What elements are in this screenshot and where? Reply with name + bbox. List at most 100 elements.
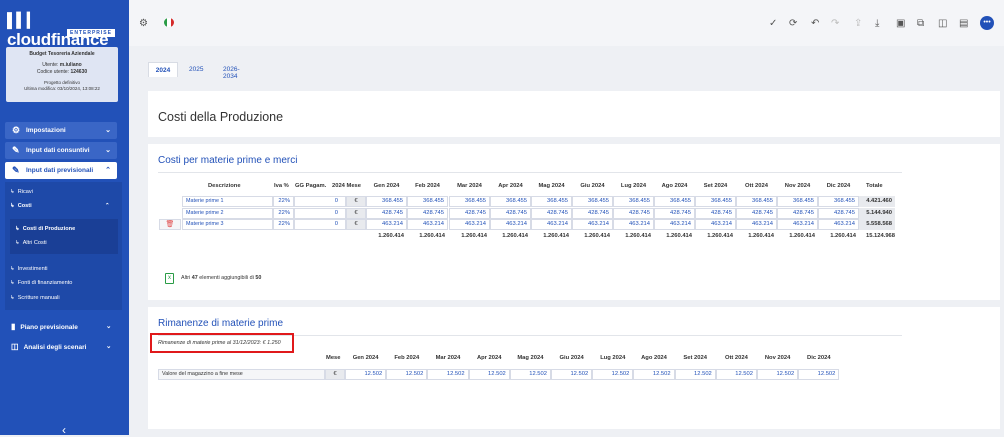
subitem-arrow-icon: ↳: [10, 203, 15, 209]
divider: [158, 172, 902, 173]
upload-icon[interactable]: ⇪: [854, 18, 862, 29]
redo-icon[interactable]: ↷: [831, 18, 839, 29]
magazzino-value-input[interactable]: 12.502: [633, 369, 675, 380]
month-value-input[interactable]: 463.214: [572, 219, 613, 230]
notes-icon[interactable]: ▤: [959, 18, 968, 29]
month-value-input[interactable]: 463.214: [449, 219, 490, 230]
subnav-costi[interactable]: ↳ Costi ⌃: [10, 203, 110, 209]
magazzino-value-input[interactable]: 12.502: [715, 369, 757, 380]
magazzino-value-input[interactable]: 12.502: [551, 369, 593, 380]
magazzino-value-input[interactable]: 12.502: [757, 369, 799, 380]
month-value-input[interactable]: 428.745: [490, 208, 531, 219]
nav-input-previsionali[interactable]: ✎ Input dati previsionali ⌃: [5, 162, 117, 179]
month-value-input[interactable]: 368.455: [613, 196, 654, 207]
user-info-box: Budget Tesoreria Aziendale Utente: m.iul…: [6, 47, 118, 102]
columns-icon[interactable]: ◫: [938, 18, 947, 29]
add-elements-note: Altri 47 elementi aggiungibili di 50: [181, 275, 262, 281]
more-icon[interactable]: •••: [980, 16, 994, 30]
gg-pagamento-select[interactable]: 0: [294, 196, 346, 207]
magazzino-value-input[interactable]: 12.502: [345, 369, 387, 380]
month-value-input[interactable]: 463.214: [407, 219, 448, 230]
check-icon[interactable]: ✓: [769, 18, 777, 29]
gg-pagamento-select[interactable]: 0: [294, 208, 346, 219]
nav-impostazioni[interactable]: ⚙ Impostazioni ⌄: [5, 122, 117, 139]
subitem-arrow-icon: ↳: [15, 240, 20, 246]
month-value-input[interactable]: 428.745: [407, 208, 448, 219]
row-name-input[interactable]: Materie prime 3: [182, 219, 273, 230]
row-name-input[interactable]: Materie prime 2: [182, 208, 273, 219]
magazzino-value-input[interactable]: 12.502: [592, 369, 634, 380]
month-value-input[interactable]: 368.455: [736, 196, 777, 207]
month-value-input[interactable]: 463.214: [531, 219, 572, 230]
month-value-input[interactable]: 428.745: [366, 208, 407, 219]
trash-icon[interactable]: 🗑: [159, 219, 181, 230]
month-value-input[interactable]: 463.214: [654, 219, 695, 230]
magazzino-value-input[interactable]: 12.502: [468, 369, 510, 380]
nav-input-consuntivi[interactable]: ✎ Input dati consuntivi ⌄: [5, 142, 117, 159]
month-value-input[interactable]: 368.455: [777, 196, 818, 207]
iva-input[interactable]: 22%: [273, 196, 294, 207]
month-value-input[interactable]: 428.745: [449, 208, 490, 219]
magazzino-value-input[interactable]: 12.502: [798, 369, 840, 380]
month-value-input[interactable]: 368.455: [366, 196, 407, 207]
month-value-input[interactable]: 463.214: [695, 219, 736, 230]
month-value-input[interactable]: 463.214: [490, 219, 531, 230]
month-value-input[interactable]: 428.745: [695, 208, 736, 219]
copy-icon[interactable]: ⧉: [917, 18, 924, 29]
row-name-input[interactable]: Materie prime 1: [182, 196, 273, 207]
month-value-input[interactable]: 368.455: [449, 196, 490, 207]
magazzino-value-input[interactable]: 12.502: [674, 369, 716, 380]
month-value-input[interactable]: 368.455: [531, 196, 572, 207]
month-value-input[interactable]: 428.745: [572, 208, 613, 219]
save-icon[interactable]: ▣: [896, 18, 905, 29]
month-value-input[interactable]: 368.455: [695, 196, 736, 207]
subnav-scritture[interactable]: ↳ Scritture manuali: [10, 295, 60, 301]
edit-icon: ✎: [12, 145, 20, 155]
month-value-input[interactable]: 428.745: [613, 208, 654, 219]
month-value-input[interactable]: 463.214: [736, 219, 777, 230]
nav-label: Input dati previsionali: [26, 167, 94, 174]
gg-pagamento-select[interactable]: 0: [294, 219, 346, 230]
tab-2026-2034[interactable]: 2026-2034: [223, 62, 240, 80]
submenu-costi: [10, 219, 118, 254]
month-value-input[interactable]: 428.745: [777, 208, 818, 219]
month-value-input[interactable]: 368.455: [490, 196, 531, 207]
month-value-input[interactable]: 463.214: [613, 219, 654, 230]
gear-icon[interactable]: ⚙: [139, 18, 148, 29]
col-header-month: Mar 2024: [457, 183, 482, 189]
tab-2025[interactable]: 2025: [189, 62, 203, 77]
subnav-investimenti[interactable]: ↳ Investimenti: [10, 266, 48, 272]
month-value-input[interactable]: 368.455: [818, 196, 859, 207]
iva-input[interactable]: 22%: [273, 219, 294, 230]
undo-icon[interactable]: ↶: [811, 18, 819, 29]
download-icon[interactable]: ⤓: [875, 18, 879, 29]
chevron-down-icon: ⌄: [105, 147, 111, 154]
subnav-fonti[interactable]: ↳ Fonti di finanziamento: [10, 280, 72, 286]
month-value-input[interactable]: 428.745: [818, 208, 859, 219]
italy-flag-icon[interactable]: [164, 18, 174, 27]
month-value-input[interactable]: 368.455: [572, 196, 613, 207]
col-header-month: Ott 2024: [724, 355, 748, 361]
nav-piano-previsionale[interactable]: ▮ Piano previsionale ⌄: [11, 322, 111, 331]
month-value-input[interactable]: 463.214: [818, 219, 859, 230]
month-value-input[interactable]: 368.455: [407, 196, 448, 207]
refresh-icon[interactable]: ⟳: [789, 18, 797, 29]
magazzino-value-input[interactable]: 12.502: [509, 369, 551, 380]
magazzino-value-input[interactable]: 12.502: [427, 369, 469, 380]
tab-2024[interactable]: 2024: [148, 62, 178, 77]
subnav-ricavi[interactable]: ↳ Ricavi: [10, 189, 33, 195]
month-value-input[interactable]: 368.455: [654, 196, 695, 207]
month-value-input[interactable]: 463.214: [366, 219, 407, 230]
subnav-costi-produzione[interactable]: ↳ Costi di Produzione: [15, 226, 75, 232]
iva-input[interactable]: 22%: [273, 208, 294, 219]
month-value-input[interactable]: 428.745: [736, 208, 777, 219]
last-modified: Ultima modifica: 03/10/2024, 13:08:22: [24, 85, 100, 91]
nav-analisi-scenari[interactable]: ◫ Analisi degli scenari ⌄: [11, 342, 111, 351]
magazzino-value-input[interactable]: 12.502: [386, 369, 428, 380]
subnav-altri-costi[interactable]: ↳ Altri Costi: [15, 240, 47, 246]
chevron-down-icon: ⌄: [105, 127, 111, 134]
month-value-input[interactable]: 463.214: [777, 219, 818, 230]
month-value-input[interactable]: 428.745: [531, 208, 572, 219]
excel-icon[interactable]: x: [165, 273, 174, 284]
month-value-input[interactable]: 428.745: [654, 208, 695, 219]
